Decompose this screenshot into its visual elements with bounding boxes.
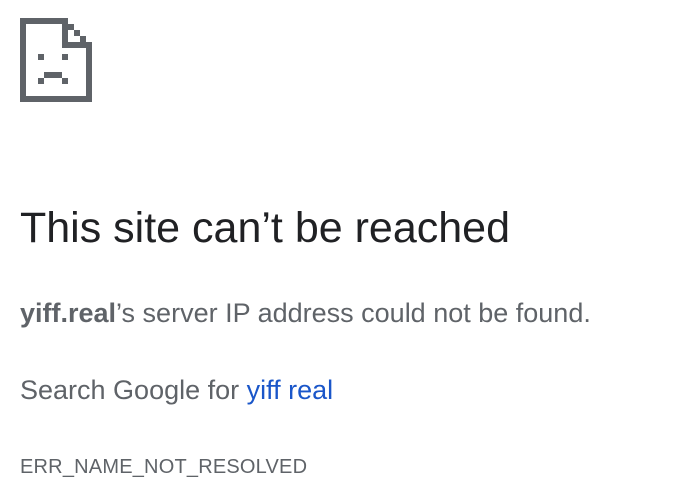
search-suggestion-prefix: Search Google for xyxy=(20,375,247,405)
error-code: ERR_NAME_NOT_RESOLVED xyxy=(20,456,308,478)
search-suggestion: Search Google for yiff real xyxy=(20,372,333,408)
search-google-link[interactable]: yiff real xyxy=(247,375,334,405)
host-name: yiff.real xyxy=(20,298,117,328)
page-title: This site can’t be reached xyxy=(20,204,510,252)
sad-page-icon xyxy=(20,18,92,102)
error-detail: yiff.real’s server IP address could not … xyxy=(20,295,591,331)
error-detail-message: ’s server IP address could not be found. xyxy=(116,298,591,328)
